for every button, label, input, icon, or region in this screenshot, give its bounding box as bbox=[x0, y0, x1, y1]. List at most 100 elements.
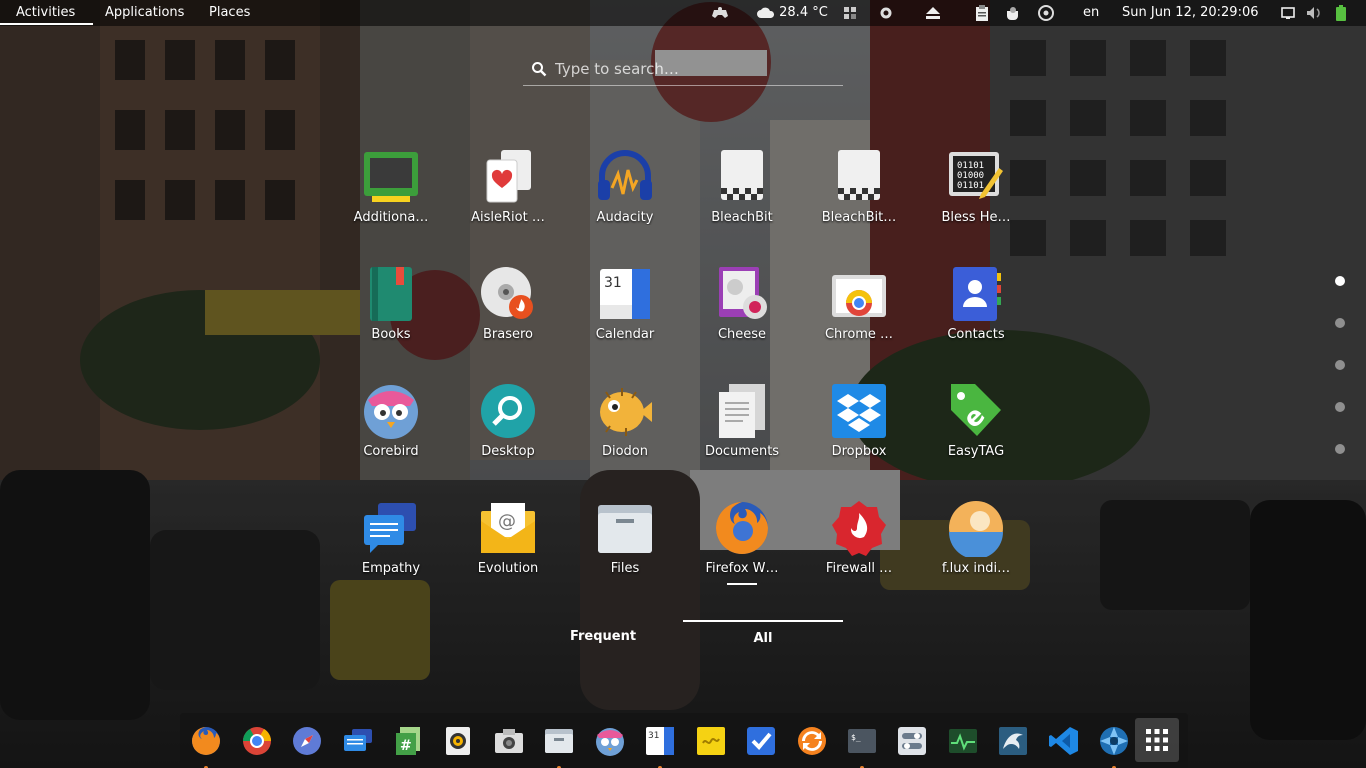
app-calendar[interactable]: 31 Calendar bbox=[566, 261, 684, 371]
firewall-icon bbox=[832, 501, 886, 556]
page-dot-3[interactable] bbox=[1335, 360, 1345, 370]
corebird-bird-icon bbox=[364, 385, 418, 439]
app-chrome-launcher[interactable]: Chrome … bbox=[800, 261, 918, 371]
page-dot-2[interactable] bbox=[1335, 318, 1345, 328]
corebird-icon bbox=[596, 728, 624, 756]
additional-drivers-icon bbox=[364, 152, 418, 202]
tray-workspaces-icon[interactable] bbox=[844, 0, 856, 26]
app-firefox[interactable]: Firefox W… bbox=[683, 495, 801, 605]
contacts-icon bbox=[953, 267, 1001, 321]
dock-tasks[interactable] bbox=[741, 721, 781, 763]
app-evolution[interactable]: @ Evolution bbox=[449, 495, 567, 605]
svg-text:$_: $_ bbox=[851, 733, 861, 742]
all-tab[interactable]: All bbox=[683, 620, 843, 654]
spreadsheet-icon: # bbox=[396, 727, 420, 755]
calendar-icon: 31 bbox=[646, 727, 674, 755]
dock-spreadsheet[interactable]: # bbox=[388, 721, 428, 763]
app-label: EasyTAG bbox=[947, 444, 1005, 459]
app-aisleriot[interactable]: AisleRiot … bbox=[449, 144, 567, 254]
app-label: Calendar bbox=[595, 327, 655, 342]
clock-datetime[interactable]: Sun Jun 12, 20:29:06 bbox=[1122, 0, 1259, 26]
app-dropbox[interactable]: Dropbox bbox=[800, 378, 918, 488]
dock-corebird[interactable] bbox=[590, 721, 630, 763]
page-dot-4[interactable] bbox=[1335, 402, 1345, 412]
battery-icon[interactable] bbox=[1336, 0, 1346, 26]
camera-icon bbox=[495, 729, 523, 753]
svg-text:01101: 01101 bbox=[957, 181, 984, 191]
chrome-app-launcher-icon bbox=[832, 275, 886, 317]
app-easytag[interactable]: e EasyTAG bbox=[917, 378, 1035, 488]
diodon-pufferfish-icon bbox=[600, 388, 652, 436]
app-label: Chrome … bbox=[824, 327, 894, 342]
app-bless-hex-editor[interactable]: 01101 01000 01101 Bless He… bbox=[917, 144, 1035, 254]
app-bleachbit-root[interactable]: BleachBit… bbox=[800, 144, 918, 254]
empathy-chat-icon bbox=[364, 503, 416, 553]
app-contacts[interactable]: Contacts bbox=[917, 261, 1035, 371]
frequent-tab[interactable]: Frequent bbox=[523, 620, 683, 654]
tray-screen-icon[interactable] bbox=[1281, 0, 1295, 26]
app-corebird[interactable]: Corebird bbox=[332, 378, 450, 488]
app-desktop-search[interactable]: Desktop bbox=[449, 378, 567, 488]
chat-bubbles-icon bbox=[344, 729, 372, 751]
show-applications-button[interactable] bbox=[1135, 718, 1179, 762]
app-bleachbit[interactable]: BleachBit bbox=[683, 144, 801, 254]
dock-chrome[interactable] bbox=[237, 721, 277, 763]
terminal-icon: $_ bbox=[848, 729, 876, 753]
app-audacity[interactable]: Audacity bbox=[566, 144, 684, 254]
app-empathy[interactable]: Empathy bbox=[332, 495, 450, 605]
tray-settings-icon[interactable] bbox=[879, 0, 893, 26]
dock-system-monitor[interactable] bbox=[943, 721, 983, 763]
dock-vscode[interactable] bbox=[1044, 721, 1084, 763]
tray-clipboard-icon[interactable] bbox=[975, 0, 989, 26]
dock-audio-player[interactable] bbox=[438, 721, 478, 763]
dock-terminal[interactable]: $_ bbox=[842, 721, 882, 768]
activities-active-indicator bbox=[0, 23, 93, 25]
app-label: f.lux indi… bbox=[941, 561, 1011, 576]
dock-software-updater[interactable] bbox=[792, 721, 832, 763]
tray-gamepad-icon[interactable] bbox=[712, 0, 728, 26]
svg-text:31: 31 bbox=[648, 731, 659, 741]
tray-aperture-icon[interactable] bbox=[1038, 0, 1054, 26]
page-dot-5[interactable] bbox=[1335, 444, 1345, 454]
firefox-icon bbox=[716, 502, 768, 554]
system-monitor-icon bbox=[949, 729, 977, 753]
settings-toggle-icon bbox=[898, 727, 926, 755]
app-diodon[interactable]: Diodon bbox=[566, 378, 684, 488]
app-brasero[interactable]: Brasero bbox=[449, 261, 567, 371]
vscode-icon bbox=[1049, 727, 1078, 755]
page-dot-1[interactable] bbox=[1335, 276, 1345, 286]
dock-settings[interactable] bbox=[892, 721, 932, 763]
dock-shutter[interactable] bbox=[1094, 721, 1134, 768]
svg-text:01101: 01101 bbox=[957, 161, 984, 171]
search-input[interactable] bbox=[555, 56, 835, 82]
dock-web-browser[interactable] bbox=[287, 721, 327, 763]
weather-indicator[interactable]: 28.4 °C bbox=[757, 0, 828, 26]
app-additional-drivers[interactable]: Additiona… bbox=[332, 144, 450, 254]
volume-icon[interactable] bbox=[1306, 0, 1322, 26]
dock-notes[interactable] bbox=[691, 721, 731, 763]
dock-screenshot[interactable] bbox=[489, 721, 529, 763]
app-firewall[interactable]: Firewall … bbox=[800, 495, 918, 605]
dock-firefox[interactable] bbox=[186, 721, 226, 768]
dock-mysql-workbench[interactable] bbox=[993, 721, 1033, 763]
tray-eject-icon[interactable] bbox=[926, 0, 940, 26]
dock-calendar[interactable]: 31 bbox=[640, 721, 680, 768]
places-menu[interactable]: Places bbox=[209, 0, 250, 26]
app-label: BleachBit bbox=[711, 210, 773, 225]
bleachbit-root-icon bbox=[838, 150, 880, 200]
app-cheese[interactable]: Cheese bbox=[683, 261, 801, 371]
app-label: Firefox W… bbox=[705, 561, 779, 576]
dock-files[interactable] bbox=[539, 721, 579, 768]
language-indicator[interactable]: en bbox=[1083, 0, 1099, 26]
dock-messaging[interactable] bbox=[338, 721, 378, 763]
tray-caffeine-icon[interactable] bbox=[1006, 0, 1022, 26]
applications-menu[interactable]: Applications bbox=[105, 0, 184, 26]
app-flux-indicator[interactable]: f.lux indi… bbox=[917, 495, 1035, 605]
files-icon bbox=[545, 729, 573, 753]
desktop-search-icon bbox=[481, 384, 535, 438]
app-books[interactable]: Books bbox=[332, 261, 450, 371]
app-files[interactable]: Files bbox=[566, 495, 684, 605]
app-label: Empathy bbox=[361, 561, 421, 576]
search-box[interactable] bbox=[523, 54, 843, 86]
app-documents[interactable]: Documents bbox=[683, 378, 801, 488]
